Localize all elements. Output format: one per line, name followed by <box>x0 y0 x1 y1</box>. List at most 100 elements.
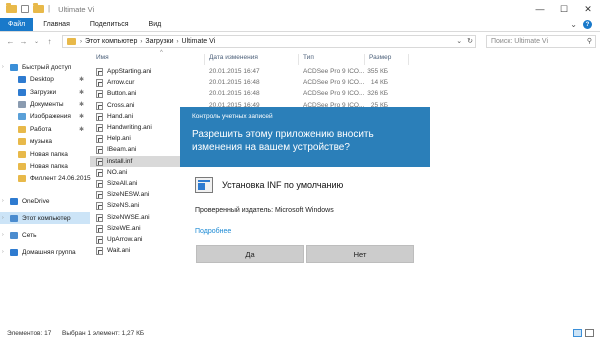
item-count: Элементов: 17 <box>7 329 52 337</box>
file-name: Help.ani <box>107 135 131 143</box>
forward-button[interactable]: → <box>17 35 30 48</box>
pin-icon[interactable]: ✱ <box>79 89 84 96</box>
expand-ribbon-icon[interactable]: ⌄ <box>570 20 577 29</box>
column-divider[interactable] <box>204 54 205 65</box>
uac-header: Контроль учетных записей Разрешить этому… <box>180 107 430 167</box>
back-button[interactable]: ← <box>4 35 17 48</box>
breadcrumb-this-pc[interactable]: Этот компьютер <box>85 38 137 45</box>
nav-item[interactable]: Desktop ✱ <box>0 73 90 85</box>
documents-icon <box>18 100 26 108</box>
nav-item[interactable]: музыка <box>0 135 90 147</box>
homegroup-icon <box>10 248 18 256</box>
file-size: 14 КБ <box>370 79 388 87</box>
nav-item[interactable]: Новая папка <box>0 148 90 160</box>
no-button[interactable]: Нет <box>306 245 414 263</box>
column-divider[interactable] <box>298 54 299 65</box>
file-icon <box>96 191 103 200</box>
file-row[interactable]: AppStarting.ani 20.01.2015 16:47 ACDSee Pr… <box>90 66 390 77</box>
file-name: IBeam.ani <box>107 146 137 154</box>
nav-item-label: Домашняя группа <box>22 248 76 256</box>
computer-icon <box>10 214 18 222</box>
column-name[interactable]: Имя <box>96 54 109 61</box>
tab-file[interactable]: Файл <box>0 18 34 31</box>
column-divider[interactable] <box>408 54 409 65</box>
yes-button[interactable]: Да <box>196 245 304 263</box>
file-row[interactable]: Button.ani 20.01.2015 16:48 ACDSee Pro 9 I… <box>90 88 390 99</box>
expand-caret-icon[interactable]: › <box>2 64 4 70</box>
nav-item[interactable]: › OneDrive <box>0 195 90 207</box>
column-size[interactable]: Размер <box>369 54 391 61</box>
crumb-separator: › <box>80 38 82 45</box>
expand-caret-icon[interactable]: › <box>2 249 4 255</box>
close-button[interactable]: ✕ <box>576 0 600 18</box>
refresh-icon[interactable]: ↻ <box>467 37 473 45</box>
search-input[interactable]: Поиск: Ultimate Vi ⚲ <box>486 35 596 48</box>
file-name: UpArrow.ani <box>107 236 143 243</box>
expand-caret-icon[interactable]: › <box>2 232 4 238</box>
tab-view[interactable]: Вид <box>139 18 172 31</box>
file-icon <box>96 135 103 144</box>
selection-info: Выбран 1 элемент: 1,27 КБ <box>62 329 145 337</box>
nav-item[interactable]: Новая папка <box>0 160 90 172</box>
expand-caret-icon[interactable]: › <box>2 198 4 204</box>
tab-home[interactable]: Главная <box>33 18 80 31</box>
sort-indicator-icon: ^ <box>160 50 163 56</box>
file-name: Hand.ani <box>107 112 134 120</box>
help-icon[interactable]: ? <box>583 20 592 29</box>
file-icon <box>96 202 103 211</box>
nav-item[interactable]: › Быстрый доступ <box>0 61 90 73</box>
nav-item-label: музыка <box>30 137 53 145</box>
column-type[interactable]: Тип <box>303 54 314 61</box>
column-divider[interactable] <box>364 54 365 65</box>
breadcrumb-current[interactable]: Ultimate Vi <box>182 38 216 45</box>
pin-icon[interactable]: ✱ <box>79 101 84 108</box>
breadcrumb-downloads[interactable]: Загрузки <box>145 38 173 45</box>
pin-icon[interactable]: ✱ <box>79 76 84 83</box>
desktop-icon <box>18 75 26 83</box>
uac-dialog: Контроль учетных записей Разрешить этому… <box>180 107 430 277</box>
properties-icon[interactable] <box>21 5 29 13</box>
file-icon <box>96 101 103 110</box>
nav-item[interactable]: › Домашняя группа <box>0 246 90 258</box>
show-details-link[interactable]: Подробнее <box>195 228 231 235</box>
file-size: 326 КБ <box>367 90 388 98</box>
nav-item[interactable]: Документы ✱ <box>0 98 90 110</box>
nav-item[interactable]: Загрузки ✱ <box>0 86 90 98</box>
nav-item[interactable]: Изображения ✱ <box>0 110 90 122</box>
pin-icon[interactable]: ✱ <box>79 126 84 133</box>
tab-share[interactable]: Поделиться <box>80 18 139 31</box>
file-name: SizeNESW.ani <box>107 191 150 199</box>
details-view-icon[interactable] <box>573 329 582 337</box>
recent-locations-button[interactable]: ⌄ <box>30 35 43 48</box>
new-folder-icon[interactable] <box>33 3 44 13</box>
window-title: Ultimate Vi <box>58 4 95 14</box>
nav-item[interactable]: Работа ✱ <box>0 123 90 135</box>
file-icon <box>96 90 103 99</box>
nav-item[interactable]: › Этот компьютер <box>0 212 90 224</box>
expand-caret-icon[interactable]: › <box>2 215 4 221</box>
uac-question: Разрешить этому приложению вносить измен… <box>192 129 374 153</box>
column-date[interactable]: Дата изменения <box>209 54 258 61</box>
title-bar: | Ultimate Vi — ☐ ✕ <box>0 0 600 18</box>
large-icons-view-icon[interactable] <box>585 329 594 337</box>
nav-item[interactable]: › Сеть <box>0 229 90 241</box>
file-name: SizeNWSE.ani <box>107 213 150 221</box>
address-dropdown-icon[interactable]: ⌄ <box>456 37 462 45</box>
file-icon <box>96 146 103 155</box>
address-bar[interactable]: › Этот компьютер › Загрузки › Ultimate V… <box>62 35 476 48</box>
file-row[interactable]: Arrow.cur 20.01.2015 16:48 ACDSee Pro 9 IC… <box>90 77 390 88</box>
file-date: 20.01.2015 16:48 <box>209 90 260 98</box>
up-button[interactable]: ↑ <box>43 35 56 48</box>
minimize-button[interactable]: — <box>528 0 552 18</box>
pin-icon[interactable]: ✱ <box>79 113 84 120</box>
folder-icon <box>18 174 26 182</box>
file-name: AppStarting.ani <box>107 68 152 75</box>
file-name: Cross.ani <box>107 101 135 109</box>
file-icon <box>96 180 103 188</box>
nav-item-label: Загрузки <box>30 88 57 96</box>
nav-item[interactable]: Филлент 24.06.2015 <box>0 172 91 184</box>
uac-body: Установка INF по умолчанию Проверенный и… <box>180 167 430 277</box>
file-icon <box>96 157 103 166</box>
file-name: Button.ani <box>107 90 137 98</box>
maximize-button[interactable]: ☐ <box>552 0 576 18</box>
